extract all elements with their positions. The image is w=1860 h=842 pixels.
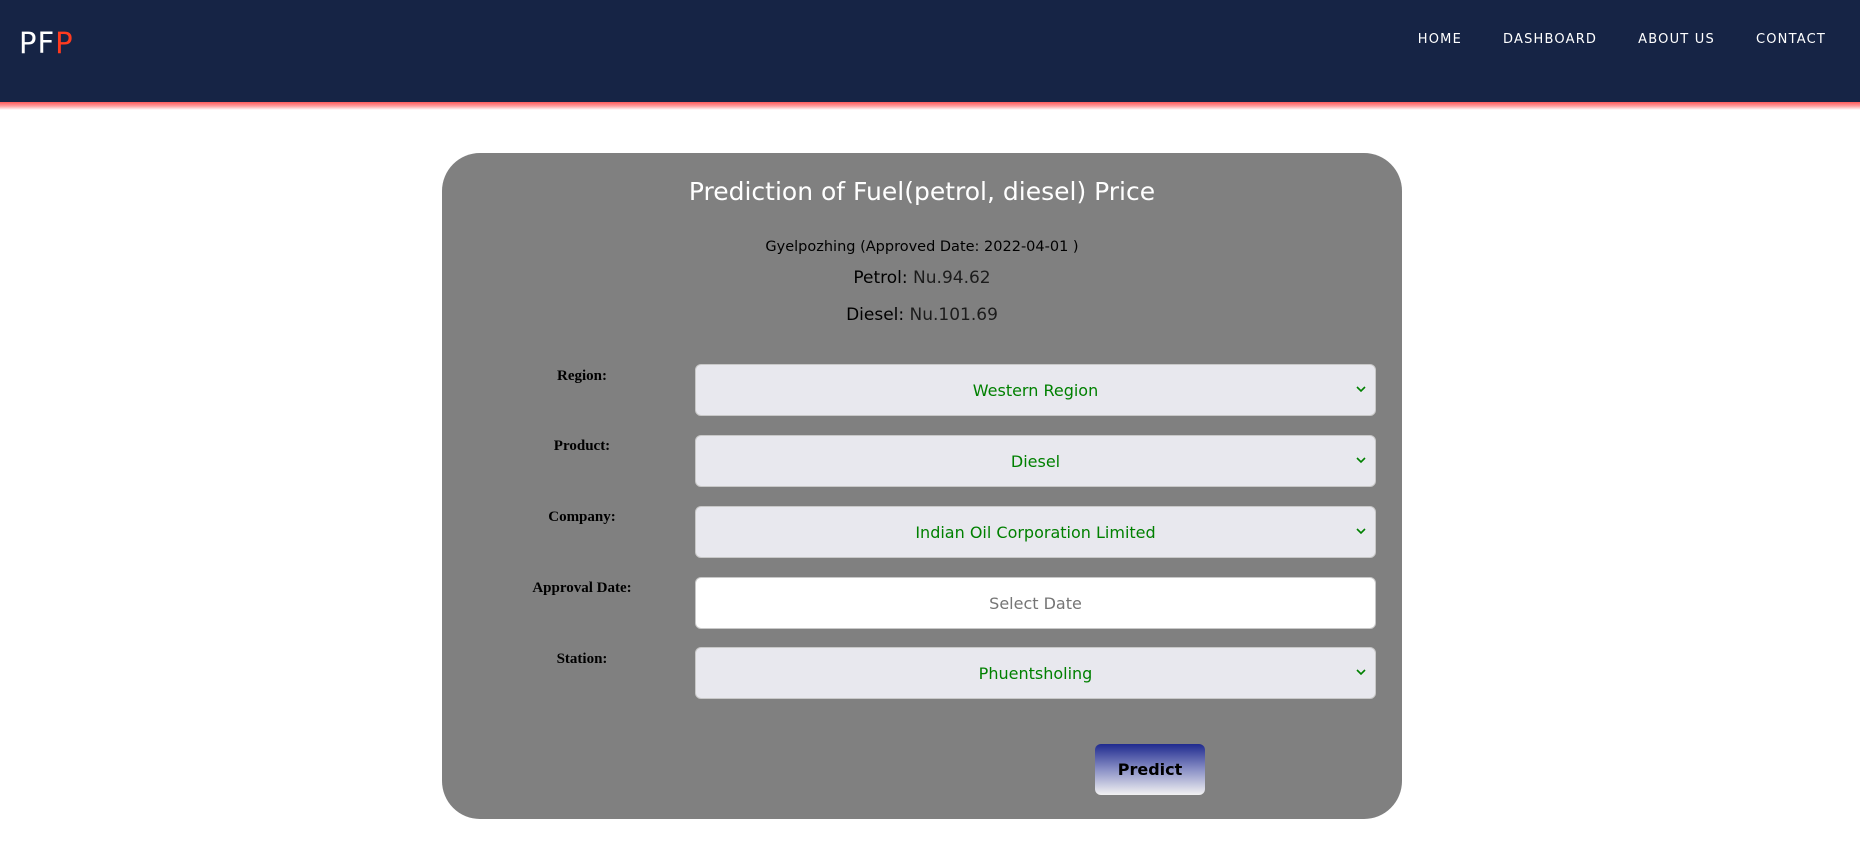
station-select[interactable]: Phuentsholing <box>695 647 1376 699</box>
company-select-value: Indian Oil Corporation Limited <box>915 523 1156 542</box>
region-select[interactable]: Western Region <box>695 364 1376 416</box>
region-label: Region: <box>557 368 607 384</box>
region-select-value: Western Region <box>972 381 1099 400</box>
card-title: Prediction of Fuel(petrol, diesel) Price <box>688 177 1156 206</box>
nav-link-home[interactable]: HOME <box>1418 30 1462 50</box>
logo-text: PF <box>19 26 56 60</box>
petrol-label: Petrol: <box>853 268 908 288</box>
company-select[interactable]: Indian Oil Corporation Limited <box>695 506 1376 558</box>
diesel-price: Diesel: Nu.101.69 <box>442 305 1402 325</box>
company-label: Company: <box>548 509 616 525</box>
chevron-down-icon <box>1356 669 1366 676</box>
product-select[interactable]: Diesel <box>695 435 1376 487</box>
petrol-value: Nu.94.62 <box>913 268 991 288</box>
chevron-down-icon <box>1356 386 1366 393</box>
predict-button[interactable]: Predict <box>1095 744 1205 795</box>
top-navbar: PFP HOME DASHBOARD ABOUT US CONTACT <box>0 0 1860 102</box>
logo-accent-text: P <box>55 26 74 60</box>
approval-date-input[interactable] <box>696 578 1375 628</box>
nav-link-contact[interactable]: CONTACT <box>1756 30 1826 50</box>
navbar-accent-line <box>0 102 1860 110</box>
chevron-down-icon <box>1356 457 1366 464</box>
station-info: Gyelpozhing (Approved Date: 2022-04-01 ) <box>765 239 1079 255</box>
petrol-price: Petrol: Nu.94.62 <box>442 268 1402 288</box>
diesel-label: Diesel: <box>846 305 905 325</box>
prediction-card: Prediction of Fuel(petrol, diesel) Price… <box>442 153 1402 819</box>
chevron-down-icon <box>1356 528 1366 535</box>
approval-date-label: Approval Date: <box>532 580 632 596</box>
nav-link-dashboard[interactable]: DASHBOARD <box>1503 30 1597 50</box>
product-label: Product: <box>553 438 611 454</box>
nav-link-about-us[interactable]: ABOUT US <box>1638 30 1715 50</box>
product-select-value: Diesel <box>1010 452 1061 471</box>
nav-links: HOME DASHBOARD ABOUT US CONTACT <box>1418 30 1826 50</box>
approval-date-field[interactable] <box>695 577 1376 629</box>
diesel-value: Nu.101.69 <box>909 305 998 325</box>
brand-logo[interactable]: PFP <box>19 26 74 60</box>
station-select-value: Phuentsholing <box>978 664 1093 683</box>
station-label: Station: <box>556 651 608 667</box>
